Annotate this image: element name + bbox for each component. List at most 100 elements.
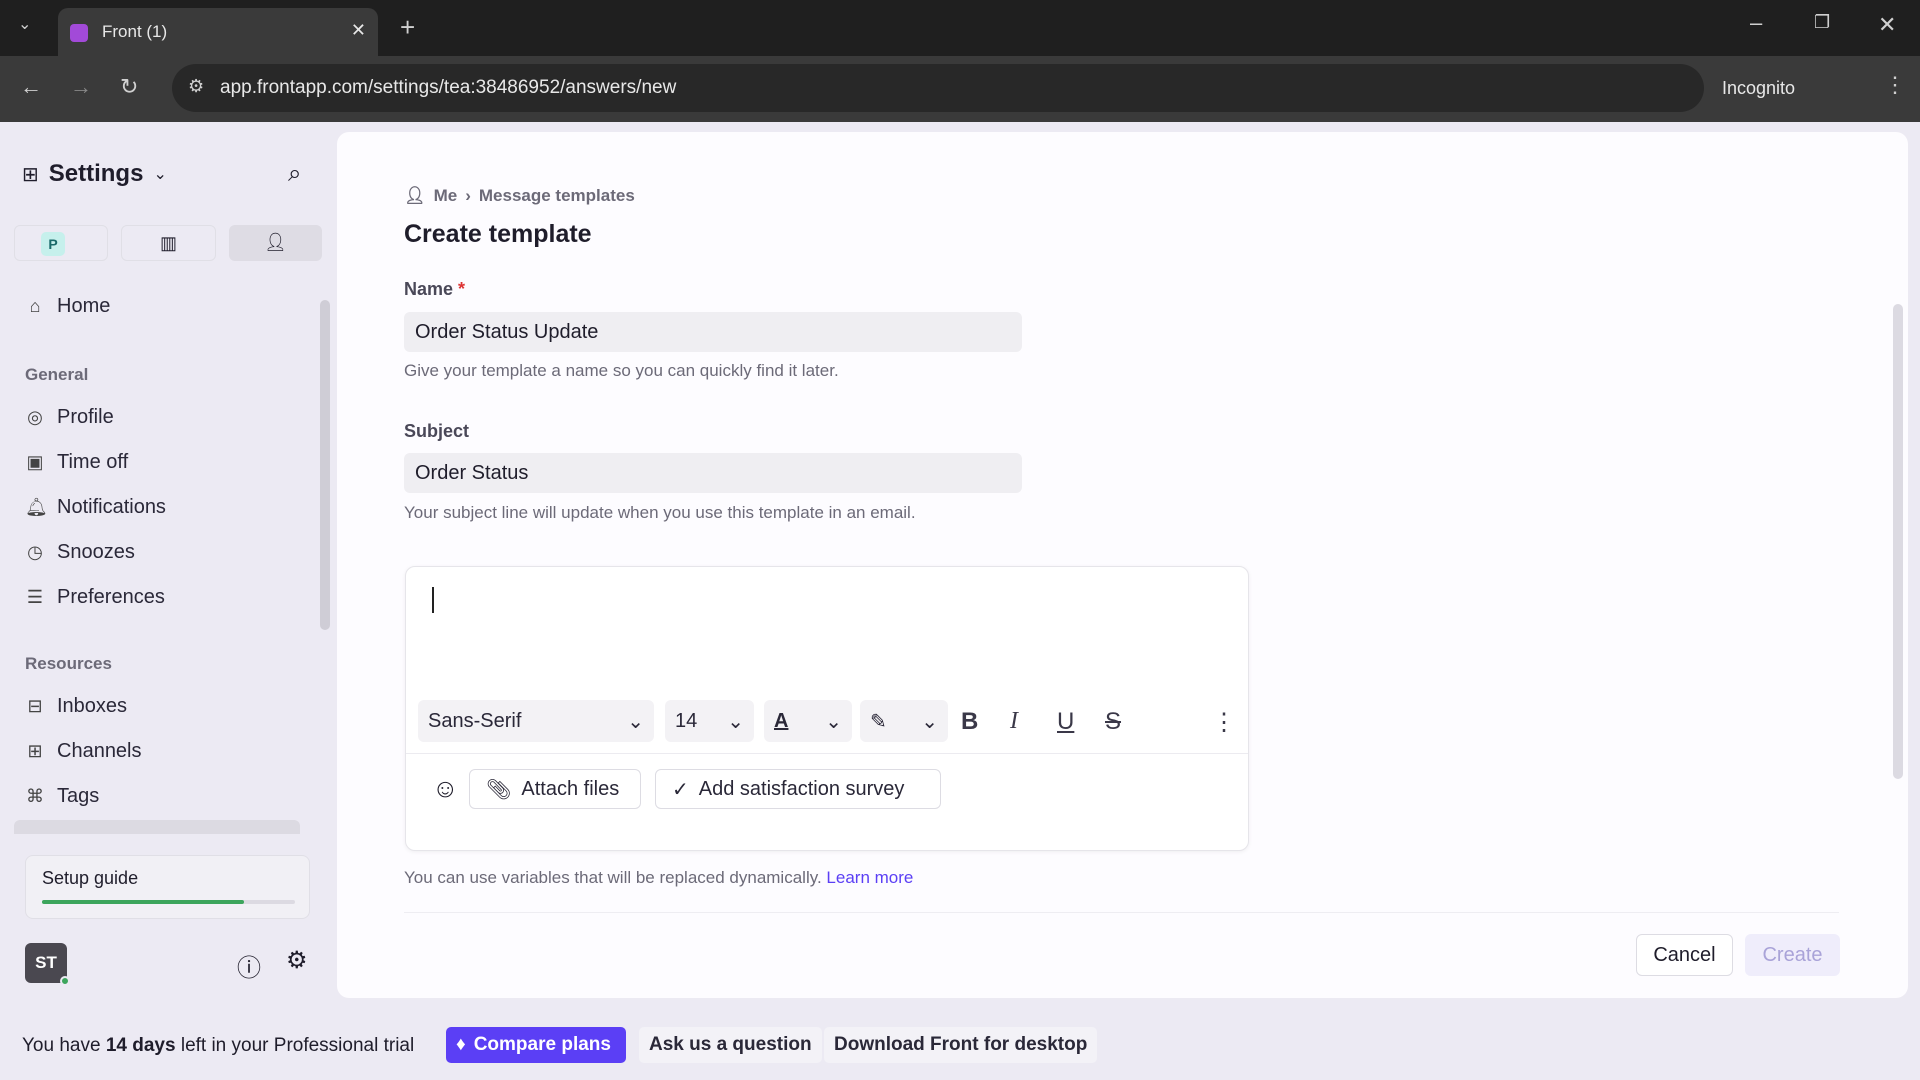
url-input[interactable]: ⚙ app.frontapp.com/settings/tea:38486952… [172, 64, 1704, 112]
underline-icon[interactable]: U [1057, 708, 1074, 736]
font-size-select[interactable]: 14 ⌄ [665, 700, 754, 742]
survey-label: Add satisfaction survey [698, 777, 905, 800]
sidebar-item-tags[interactable]: ⌘ Tags [25, 785, 99, 808]
text-color-select[interactable]: A ⌄ [764, 700, 852, 742]
strikethrough-icon[interactable]: S [1105, 708, 1121, 736]
sidebar-item-channels[interactable]: ⊞ Channels [25, 740, 142, 763]
calendar-icon: ▣ [26, 452, 44, 472]
close-window-icon[interactable]: ✕ [1878, 12, 1896, 38]
highlight-select[interactable]: ✎ ⌄ [860, 700, 948, 742]
breadcrumb-me[interactable]: Me [434, 186, 458, 206]
browser-tab-bar: ⌄ Front (1) ✕ + – ❐ ✕ [0, 0, 1920, 56]
minimize-icon[interactable]: – [1750, 10, 1762, 36]
trial-post: left in your Professional trial [175, 1035, 415, 1056]
restore-icon[interactable]: ❐ [1814, 12, 1830, 33]
new-tab-icon[interactable]: + [400, 12, 415, 43]
front-favicon-icon [70, 24, 88, 42]
sidebar-item-partial[interactable] [14, 820, 300, 834]
settings-sidebar: ⊞ Settings ⌄ ⌕ P ▥ 👤︎ ⌂ Home General ◎ Pro… [0, 122, 337, 1012]
ask-question-button[interactable]: Ask us a question [639, 1027, 822, 1063]
sidebar-item-label: Preferences [57, 586, 165, 608]
bold-icon[interactable]: B [961, 708, 978, 736]
more-options-icon[interactable]: ⋮ [1212, 708, 1236, 737]
sidebar-item-time-off[interactable]: ▣ Time off [25, 451, 128, 474]
back-icon[interactable]: ← [20, 74, 42, 100]
italic-icon[interactable]: I [1010, 708, 1018, 735]
sidebar-item-snoozes[interactable]: ◷ Snoozes [25, 541, 135, 564]
setup-guide-card[interactable]: Setup guide [25, 855, 310, 919]
check-circle-icon: ✓ [672, 778, 689, 801]
building-icon: ▥ [159, 233, 177, 253]
sidebar-title: Settings [48, 160, 144, 187]
chevron-down-icon: ⌄ [153, 166, 167, 183]
setup-progress-track [42, 900, 295, 904]
attach-files-button[interactable]: 📎︎ Attach files [469, 769, 641, 809]
sidebar-item-label: Tags [57, 785, 100, 807]
main-scrollbar[interactable] [1893, 304, 1903, 779]
settings-menu-button[interactable]: ⊞ Settings ⌄ [22, 160, 167, 188]
profile-icon: ◎ [27, 407, 43, 427]
add-satisfaction-survey-button[interactable]: ✓ Add satisfaction survey [655, 769, 941, 809]
reload-icon[interactable]: ↻ [120, 74, 138, 100]
font-family-value: Sans-Serif [428, 709, 522, 732]
download-desktop-button[interactable]: Download Front for desktop [824, 1027, 1098, 1063]
search-icon[interactable]: ⌕ [288, 160, 301, 188]
learn-more-link[interactable]: Learn more [826, 868, 913, 887]
compare-plans-button[interactable]: ♦ Compare plans [446, 1027, 626, 1063]
breadcrumb-message-templates[interactable]: Message templates [479, 186, 635, 206]
help-icon[interactable]: ⓘ [237, 948, 261, 983]
url-text: app.frontapp.com/settings/tea:38486952/a… [220, 77, 677, 98]
sidebar-item-preferences[interactable]: ☰ Preferences [25, 586, 165, 609]
incognito-label[interactable]: Incognito [1722, 78, 1795, 99]
close-tab-icon[interactable]: ✕ [351, 20, 366, 41]
tag-icon: ⌘ [26, 786, 44, 806]
gear-icon[interactable]: ⚙ [286, 946, 308, 975]
name-hint: Give your template a name so you can qui… [404, 361, 839, 380]
sidebar-item-home[interactable]: ⌂ Home [25, 295, 111, 318]
personal-tab[interactable]: 👤︎ [229, 225, 322, 261]
diamond-icon: ♦ [456, 1034, 466, 1055]
sidebar-scrollbar[interactable] [320, 300, 330, 630]
trial-days: 14 days [105, 1035, 176, 1056]
subject-hint: Your subject line will update when you u… [404, 503, 916, 522]
font-family-select[interactable]: Sans-Serif ⌄ [418, 700, 654, 742]
sidebar-item-profile[interactable]: ◎ Profile [25, 406, 114, 429]
chevron-down-icon: ⌄ [627, 710, 644, 733]
font-size-value: 14 [675, 709, 698, 732]
sidebar-item-inboxes[interactable]: ⊟ Inboxes [25, 695, 127, 718]
paperclip-icon: 📎︎ [486, 778, 512, 801]
browser-tab[interactable]: Front (1) ✕ [58, 8, 378, 56]
company-tab[interactable]: ▥ [121, 225, 216, 261]
workspace-tab[interactable]: P [14, 225, 108, 261]
site-info-icon[interactable]: ⚙ [188, 76, 204, 97]
trial-message: You have 14 days left in your Profession… [22, 1035, 414, 1057]
text-cursor [432, 587, 434, 613]
sidebar-item-label: Profile [57, 406, 114, 428]
forward-icon[interactable]: → [70, 74, 92, 100]
trial-pre: You have [22, 1035, 106, 1056]
template-body-editor[interactable]: Sans-Serif ⌄ 14 ⌄ A ⌄ ✎ ⌄ B I U S ⋮ ☺ 📎︎ Atta… [405, 566, 1249, 851]
name-input[interactable]: Order Status Update [404, 312, 1022, 352]
create-button[interactable]: Create [1745, 934, 1840, 976]
channels-icon: ⊞ [27, 741, 43, 761]
inbox-icon: ⊟ [27, 696, 43, 716]
grid-icon: ⊞ [22, 163, 39, 186]
cancel-button[interactable]: Cancel [1636, 934, 1733, 976]
online-status-dot [60, 976, 70, 986]
browser-menu-icon[interactable]: ⋮ [1884, 72, 1906, 98]
main-panel: 👤︎ Me › Message templates Create templat… [337, 132, 1908, 998]
subject-input[interactable]: Order Status [404, 453, 1022, 493]
person-icon: 👤︎ [404, 186, 426, 205]
page-title: Create template [404, 220, 592, 248]
compare-plans-label: Compare plans [473, 1034, 611, 1055]
variables-hint-text: You can use variables that will be repla… [404, 868, 822, 887]
setup-progress-fill [42, 900, 245, 904]
chevron-down-icon: ⌄ [727, 710, 744, 733]
section-resources: Resources [25, 654, 112, 673]
tab-list-chevron-icon[interactable]: ⌄ [18, 14, 31, 34]
sidebar-item-notifications[interactable]: 🔔︎ Notifications [25, 496, 166, 519]
sidebar-item-label: Channels [57, 740, 142, 762]
subject-label: Subject [404, 421, 470, 441]
emoji-icon[interactable]: ☺ [432, 773, 459, 804]
required-mark: * [458, 279, 466, 299]
